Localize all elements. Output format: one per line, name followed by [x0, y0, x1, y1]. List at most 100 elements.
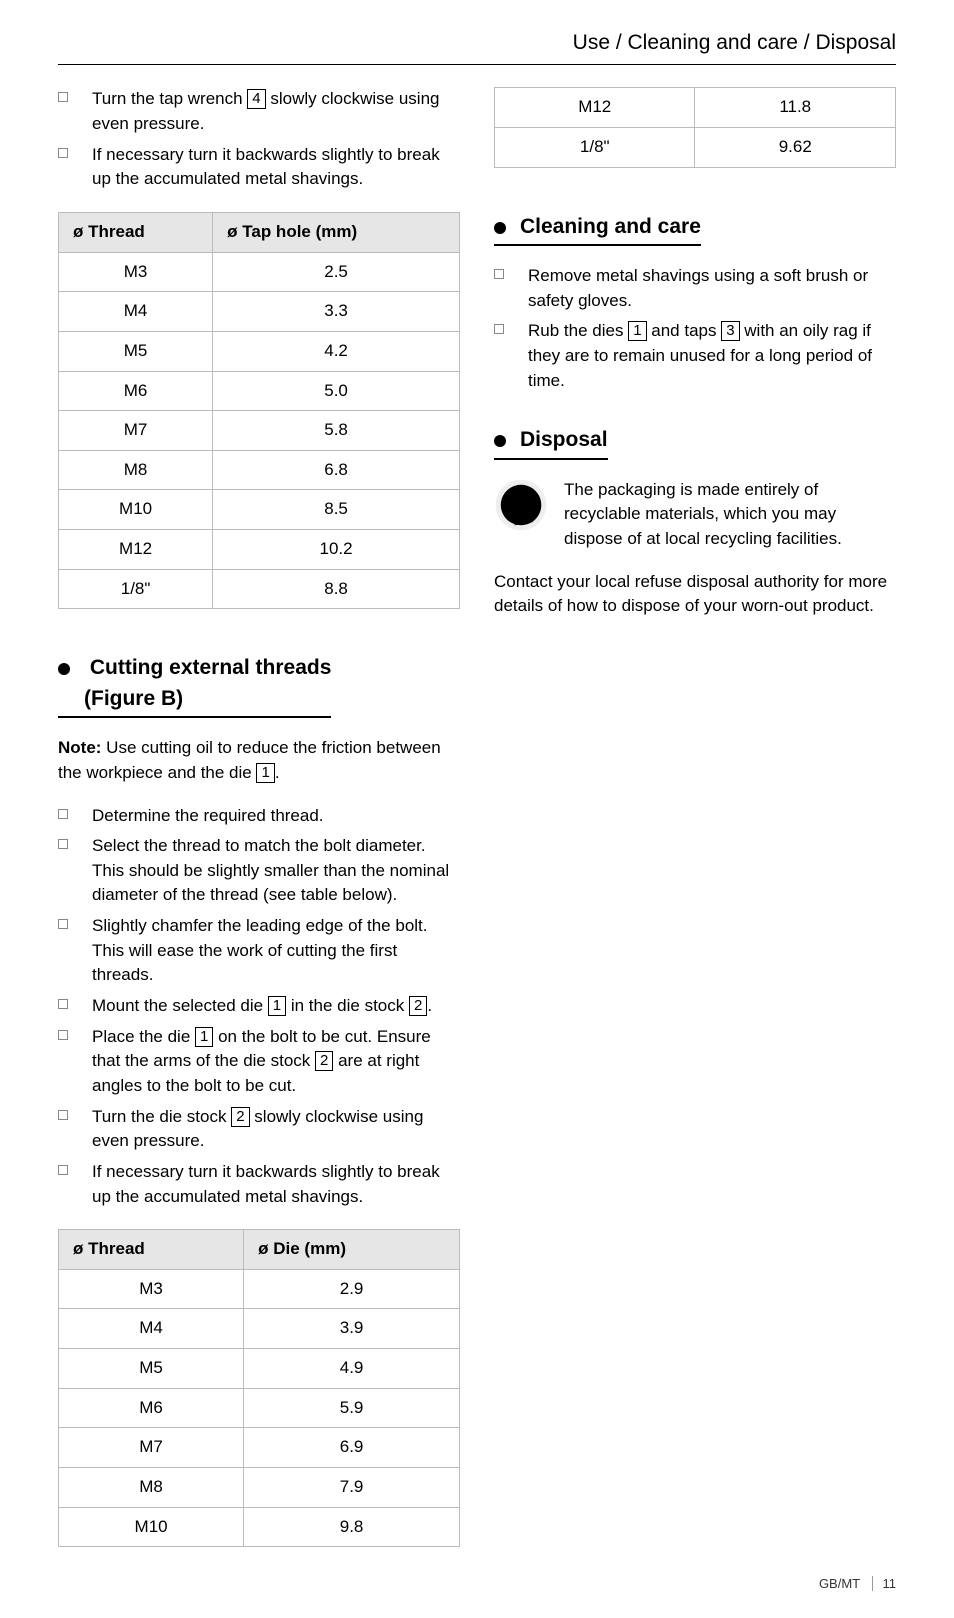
table-row: M1211.8 — [495, 88, 896, 128]
table-cell: 4.2 — [213, 331, 460, 371]
table-cell: 5.8 — [213, 411, 460, 451]
tap-th-2: ø Tap hole (mm) — [213, 213, 460, 253]
table-cell: 9.62 — [695, 128, 896, 168]
table-cell: M3 — [59, 252, 213, 292]
table-cell: M12 — [59, 530, 213, 570]
table-cell: 2.9 — [244, 1269, 460, 1309]
table-cell: 4.9 — [244, 1349, 460, 1389]
die-th-2: ø Die (mm) — [244, 1230, 460, 1270]
table-row: M86.8 — [59, 450, 460, 490]
footer-locale: GB/MT — [819, 1576, 860, 1591]
table-row: M43.9 — [59, 1309, 460, 1349]
table-cell: 2.5 — [213, 252, 460, 292]
list-item: If necessary turn it backwards slightly … — [58, 1160, 460, 1209]
left-column: Turn the tap wrench 4 slowly clockwise u… — [58, 87, 460, 1573]
table-cell: M8 — [59, 450, 213, 490]
table-row: M76.9 — [59, 1428, 460, 1468]
table-row: M108.5 — [59, 490, 460, 530]
table-cell: M6 — [59, 1388, 244, 1428]
table-cell: M12 — [495, 88, 695, 128]
table-cell: 3.9 — [244, 1309, 460, 1349]
table-cell: M5 — [59, 1349, 244, 1389]
cutting-subheading: (Figure B) — [84, 684, 331, 714]
die-th-1: ø Thread — [59, 1230, 244, 1270]
note-label: Note: — [58, 738, 101, 757]
table-cell: 6.8 — [213, 450, 460, 490]
table-cell: 5.9 — [244, 1388, 460, 1428]
ref-box-icon: 2 — [231, 1107, 249, 1127]
table-cell: 10.2 — [213, 530, 460, 570]
page-footer: GB/MT 11 — [819, 1575, 896, 1594]
table-row: 1/8"9.62 — [495, 128, 896, 168]
table-row: M54.2 — [59, 331, 460, 371]
table-row: M43.3 — [59, 292, 460, 332]
table-row: 1/8"8.8 — [59, 569, 460, 609]
table-row: M65.9 — [59, 1388, 460, 1428]
list-item: Turn the tap wrench 4 slowly clockwise u… — [58, 87, 460, 136]
table-cell: 1/8" — [495, 128, 695, 168]
table-row: M32.9 — [59, 1269, 460, 1309]
table-cell: M10 — [59, 490, 213, 530]
section-disposal: Disposal — [494, 407, 896, 477]
table-cell: 5.0 — [213, 371, 460, 411]
list-item: Place the die 1 on the bolt to be cut. E… — [58, 1025, 460, 1099]
list-item: Select the thread to match the bolt diam… — [58, 834, 460, 908]
table-row: M87.9 — [59, 1468, 460, 1508]
table-cell: 9.8 — [244, 1507, 460, 1547]
disposal-contact: Contact your local refuse disposal autho… — [494, 570, 896, 619]
table-cell: M7 — [59, 1428, 244, 1468]
table-cell: M3 — [59, 1269, 244, 1309]
ref-box-icon: 1 — [628, 321, 646, 341]
list-item: If necessary turn it backwards slightly … — [58, 143, 460, 192]
table-cell: M5 — [59, 331, 213, 371]
footer-page-number: 11 — [872, 1576, 897, 1591]
table-cell: M8 — [59, 1468, 244, 1508]
ref-box-icon: 1 — [195, 1027, 213, 1047]
section-cleaning: Cleaning and care — [494, 194, 896, 264]
note-paragraph: Note: Use cutting oil to reduce the fric… — [58, 736, 460, 785]
table-row: M32.5 — [59, 252, 460, 292]
note-text: Use cutting oil to reduce the friction b… — [58, 738, 441, 782]
list-item: Remove metal shavings using a soft brush… — [494, 264, 896, 313]
recycle-icon — [494, 478, 548, 532]
list-item: Turn the die stock 2 slowly clockwise us… — [58, 1105, 460, 1154]
cutting-heading-text: Cutting external threads — [90, 656, 332, 679]
table-cell: 8.5 — [213, 490, 460, 530]
list-item: Slightly chamfer the leading edge of the… — [58, 914, 460, 988]
disposal-heading: Disposal — [494, 425, 608, 459]
table-row: M109.8 — [59, 1507, 460, 1547]
table-cell: 7.9 — [244, 1468, 460, 1508]
section-cutting: Cutting external threads (Figure B) — [58, 635, 460, 736]
table-row: M54.9 — [59, 1349, 460, 1389]
table-cell: M6 — [59, 371, 213, 411]
tap-th-1: ø Thread — [59, 213, 213, 253]
ref-box-icon: 2 — [409, 996, 427, 1016]
table-cell: 1/8" — [59, 569, 213, 609]
cutting-steps-list: Determine the required thread. Select the… — [58, 804, 460, 1210]
table-cell: 11.8 — [695, 88, 896, 128]
table-cell: M7 — [59, 411, 213, 451]
table-cell: 6.9 — [244, 1428, 460, 1468]
intro-list: Turn the tap wrench 4 slowly clockwise u… — [58, 87, 460, 192]
die-table-continued: M1211.81/8"9.62 — [494, 87, 896, 167]
page-header: Use / Cleaning and care / Disposal — [58, 28, 896, 65]
tap-hole-table: ø Thread ø Tap hole (mm) M32.5M43.3M54.2… — [58, 212, 460, 609]
ref-box-icon: 1 — [268, 996, 286, 1016]
table-cell: M4 — [59, 1309, 244, 1349]
table-row: M75.8 — [59, 411, 460, 451]
ref-box-icon: 3 — [721, 321, 739, 341]
right-column: M1211.81/8"9.62 Cleaning and care Remove… — [494, 87, 896, 1573]
list-item: Determine the required thread. — [58, 804, 460, 829]
table-row: M65.0 — [59, 371, 460, 411]
ref-box-icon: 4 — [247, 89, 265, 109]
table-cell: 3.3 — [213, 292, 460, 332]
list-item: Mount the selected die 1 in the die stoc… — [58, 994, 460, 1019]
table-cell: M4 — [59, 292, 213, 332]
cleaning-heading: Cleaning and care — [494, 212, 701, 246]
note-ref-icon: 1 — [256, 763, 274, 783]
table-row: M1210.2 — [59, 530, 460, 570]
disposal-text: The packaging is made entirely of recycl… — [564, 478, 896, 552]
die-table: ø Thread ø Die (mm) M32.9M43.9M54.9M65.9… — [58, 1229, 460, 1547]
table-cell: 8.8 — [213, 569, 460, 609]
cutting-heading: Cutting external threads (Figure B) — [58, 653, 331, 718]
